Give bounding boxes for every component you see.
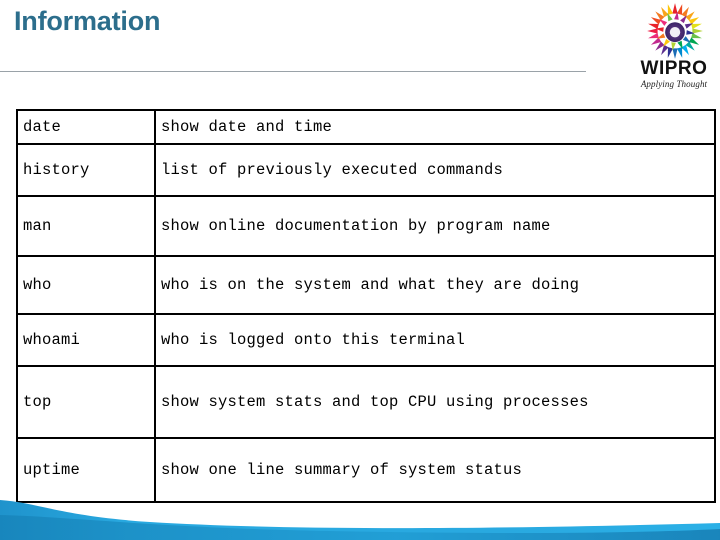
command-cell: who xyxy=(16,255,156,315)
table-row: uptime show one line summary of system s… xyxy=(16,437,716,503)
slide: Information WIPRO Applying Thought date … xyxy=(0,0,720,540)
description-cell: show online documentation by program nam… xyxy=(154,195,716,257)
table-row: man show online documentation by program… xyxy=(16,195,716,257)
wipro-wordmark: WIPRO xyxy=(640,58,708,79)
description-cell: who is on the system and what they are d… xyxy=(154,255,716,315)
description-cell: list of previously executed commands xyxy=(154,143,716,197)
table-row: history list of previously executed comm… xyxy=(16,143,716,197)
table-row: whoami who is logged onto this terminal xyxy=(16,313,716,367)
command-cell: top xyxy=(16,365,156,439)
command-table: date show date and time history list of … xyxy=(16,109,716,503)
table-row: date show date and time xyxy=(16,109,716,145)
wipro-tagline: Applying Thought xyxy=(640,79,708,89)
page-title: Information xyxy=(14,6,161,36)
command-cell: uptime xyxy=(16,437,156,503)
title-divider xyxy=(0,71,586,72)
description-cell: show one line summary of system status xyxy=(154,437,716,503)
rainbow-sunflower-icon xyxy=(646,2,704,60)
command-cell: history xyxy=(16,143,156,197)
command-table-body: date show date and time history list of … xyxy=(16,109,716,503)
command-cell: man xyxy=(16,195,156,257)
table-row: who who is on the system and what they a… xyxy=(16,255,716,315)
wipro-logo: WIPRO Applying Thought xyxy=(632,2,716,100)
description-cell: show date and time xyxy=(154,109,716,145)
command-cell: whoami xyxy=(16,313,156,367)
command-cell: date xyxy=(16,109,156,145)
description-cell: who is logged onto this terminal xyxy=(154,313,716,367)
description-cell: show system stats and top CPU using proc… xyxy=(154,365,716,439)
table-row: top show system stats and top CPU using … xyxy=(16,365,716,439)
